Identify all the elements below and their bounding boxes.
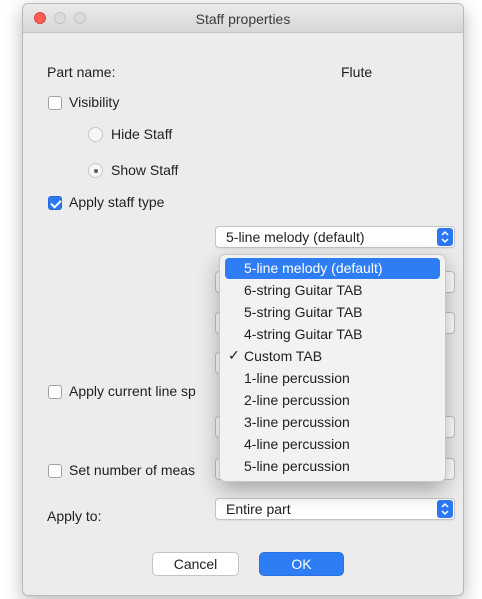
menu-item-label: 5-line percussion (244, 458, 350, 474)
part-name-value: Flute (341, 64, 373, 80)
menu-item-label: 5-string Guitar TAB (244, 304, 363, 320)
show-staff-label: Show Staff (111, 162, 179, 178)
set-measures-checkbox[interactable] (48, 464, 62, 478)
menu-item-3-line-percussion[interactable]: 3-line percussion (225, 412, 440, 433)
menu-item-label: Custom TAB (244, 348, 323, 364)
popup-stepper-icon (437, 228, 453, 246)
hide-staff-radio[interactable] (88, 127, 103, 142)
apply-line-spacing-label: Apply current line sp (69, 383, 196, 399)
show-staff-radio[interactable] (88, 163, 103, 178)
title-bar: Staff properties (23, 4, 463, 33)
menu-item-label: 1-line percussion (244, 370, 350, 386)
visibility-label: Visibility (69, 94, 120, 110)
apply-staff-type-label: Apply staff type (69, 194, 165, 210)
menu-item-label: 5-line melody (default) (244, 260, 383, 276)
menu-item-label: 4-line percussion (244, 436, 350, 452)
staff-type-menu: 5-line melody (default) 6-string Guitar … (219, 254, 446, 482)
part-name-label: Part name: (47, 64, 116, 80)
menu-item-4-line-percussion[interactable]: 4-line percussion (225, 434, 440, 455)
apply-to-popup[interactable]: Entire part (215, 498, 455, 520)
window-title: Staff properties (195, 11, 291, 27)
menu-item-2-line-percussion[interactable]: 2-line percussion (225, 390, 440, 411)
hide-staff-label: Hide Staff (111, 126, 173, 142)
staff-type-value: 5-line melody (default) (226, 229, 365, 245)
cancel-button[interactable]: Cancel (152, 552, 239, 576)
menu-item-label: 3-line percussion (244, 414, 350, 430)
menu-item-5-line-percussion[interactable]: 5-line percussion (225, 456, 440, 477)
apply-line-spacing-checkbox[interactable] (48, 385, 62, 399)
menu-item-4-string-guitar-tab[interactable]: 4-string Guitar TAB (225, 324, 440, 345)
ok-button[interactable]: OK (259, 552, 344, 576)
menu-item-1-line-percussion[interactable]: 1-line percussion (225, 368, 440, 389)
set-measures-label: Set number of meas (69, 462, 196, 478)
apply-staff-type-checkbox[interactable] (48, 196, 62, 210)
menu-item-5-string-guitar-tab[interactable]: 5-string Guitar TAB (225, 302, 440, 323)
apply-to-label: Apply to: (47, 508, 102, 524)
menu-item-6-string-guitar-tab[interactable]: 6-string Guitar TAB (225, 280, 440, 301)
menu-item-label: 4-string Guitar TAB (244, 326, 363, 342)
menu-item-custom-tab[interactable]: ✓ Custom TAB (225, 346, 440, 367)
staff-properties-dialog: Staff properties Part name: Flute Visibi… (22, 3, 464, 596)
visibility-checkbox[interactable] (48, 96, 62, 110)
popup-stepper-icon (437, 500, 453, 518)
menu-item-label: 2-line percussion (244, 392, 350, 408)
apply-to-value: Entire part (226, 501, 291, 517)
menu-item-5-line-melody[interactable]: 5-line melody (default) (225, 258, 440, 279)
menu-item-label: 6-string Guitar TAB (244, 282, 363, 298)
staff-type-popup[interactable]: 5-line melody (default) (215, 226, 455, 248)
checkmark-icon: ✓ (228, 347, 240, 363)
